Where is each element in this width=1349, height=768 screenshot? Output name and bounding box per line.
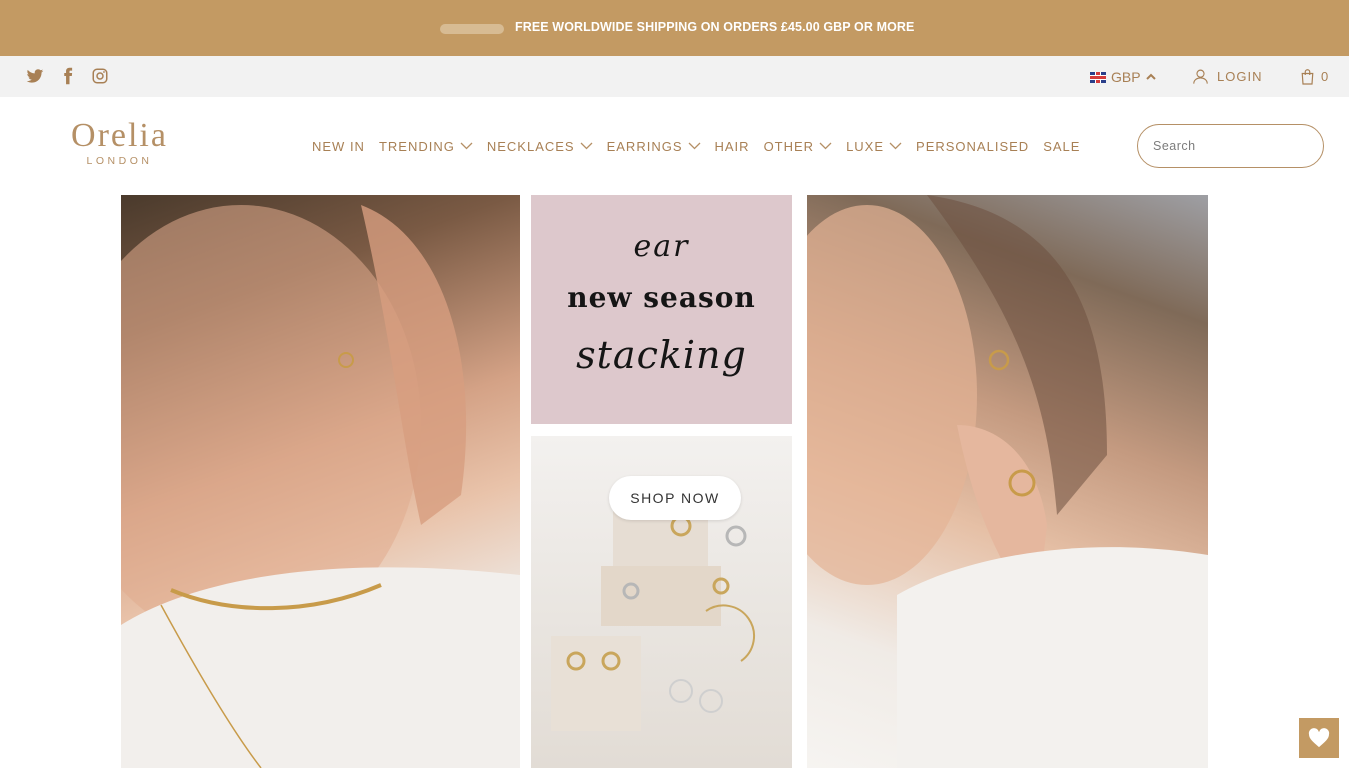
- chevron-down-icon: [688, 142, 700, 150]
- model-photo-left: [121, 205, 520, 768]
- twitter-icon[interactable]: [26, 67, 44, 85]
- currency-label: GBP: [1111, 69, 1141, 85]
- chevron-down-icon: [580, 142, 593, 150]
- search-box: [1137, 124, 1324, 168]
- announcement-text: FREE WORLDWIDE SHIPPING ON ORDERS £45.00…: [515, 20, 915, 34]
- promo-line-3: stacking: [576, 333, 747, 377]
- nav-label: NEW IN: [312, 138, 365, 154]
- nav-item-necklaces[interactable]: NECKLACES: [487, 139, 593, 154]
- nav-label: EARRINGS: [606, 138, 683, 154]
- chevron-down-icon: [460, 142, 473, 150]
- user-icon: [1193, 69, 1208, 84]
- wishlist-button[interactable]: [1299, 718, 1339, 758]
- announcement-bar: FREE WORLDWIDE SHIPPING ON ORDERS £45.00…: [0, 0, 1349, 56]
- promo-line-1: ear: [633, 229, 690, 264]
- nav-item-other[interactable]: OTHER: [764, 139, 833, 154]
- login-link[interactable]: LOGIN: [1192, 68, 1262, 85]
- nav-item-sale[interactable]: SALE: [1043, 139, 1080, 154]
- nav-label: NECKLACES: [486, 138, 575, 154]
- promo-line-2: new season: [567, 281, 756, 314]
- nav-label: LUXE: [846, 138, 885, 154]
- nav-item-hair[interactable]: HAIR: [715, 139, 750, 154]
- nav-item-luxe[interactable]: LUXE: [846, 139, 902, 154]
- nav-item-trending[interactable]: TRENDING: [379, 139, 473, 154]
- nav-label: SALE: [1043, 138, 1081, 154]
- promo-tile[interactable]: ear new season stacking: [531, 195, 792, 424]
- hero-image-right[interactable]: [807, 195, 1208, 768]
- currency-selector[interactable]: GBP: [1090, 68, 1156, 86]
- logo-name: Orelia: [71, 117, 168, 154]
- shop-now-button[interactable]: SHOP NOW: [609, 476, 741, 520]
- nav-label: HAIR: [714, 138, 750, 154]
- nav-item-new-in[interactable]: NEW IN: [312, 139, 365, 154]
- nav-item-personalised[interactable]: PERSONALISED: [916, 139, 1029, 154]
- cart-button[interactable]: 0: [1300, 68, 1328, 85]
- site-logo[interactable]: Orelia LONDON: [57, 118, 182, 173]
- uk-flag-icon: [1090, 71, 1106, 83]
- nav-label: TRENDING: [378, 138, 455, 154]
- logo-subtitle: LONDON: [86, 155, 153, 167]
- login-label: LOGIN: [1217, 69, 1263, 84]
- instagram-icon[interactable]: [91, 67, 109, 85]
- hero-image-left[interactable]: [121, 195, 520, 768]
- shopping-bag-icon: [1301, 69, 1314, 85]
- chevron-down-icon: [889, 142, 902, 150]
- main-navigation: NEW IN TRENDING NECKLACES EARRINGS HAIR …: [312, 137, 1080, 155]
- model-photo-right: [807, 195, 1208, 768]
- nav-item-earrings[interactable]: EARRINGS: [607, 139, 701, 154]
- nav-label: PERSONALISED: [916, 138, 1030, 154]
- facebook-icon[interactable]: [59, 67, 77, 85]
- chevron-down-icon: [819, 142, 832, 150]
- nav-label: OTHER: [763, 138, 815, 154]
- heart-icon: [1308, 728, 1330, 748]
- chevron-up-icon: [1145, 73, 1156, 80]
- search-input[interactable]: [1153, 139, 1314, 153]
- slider-indicator: [440, 24, 504, 34]
- cart-count: 0: [1321, 69, 1329, 84]
